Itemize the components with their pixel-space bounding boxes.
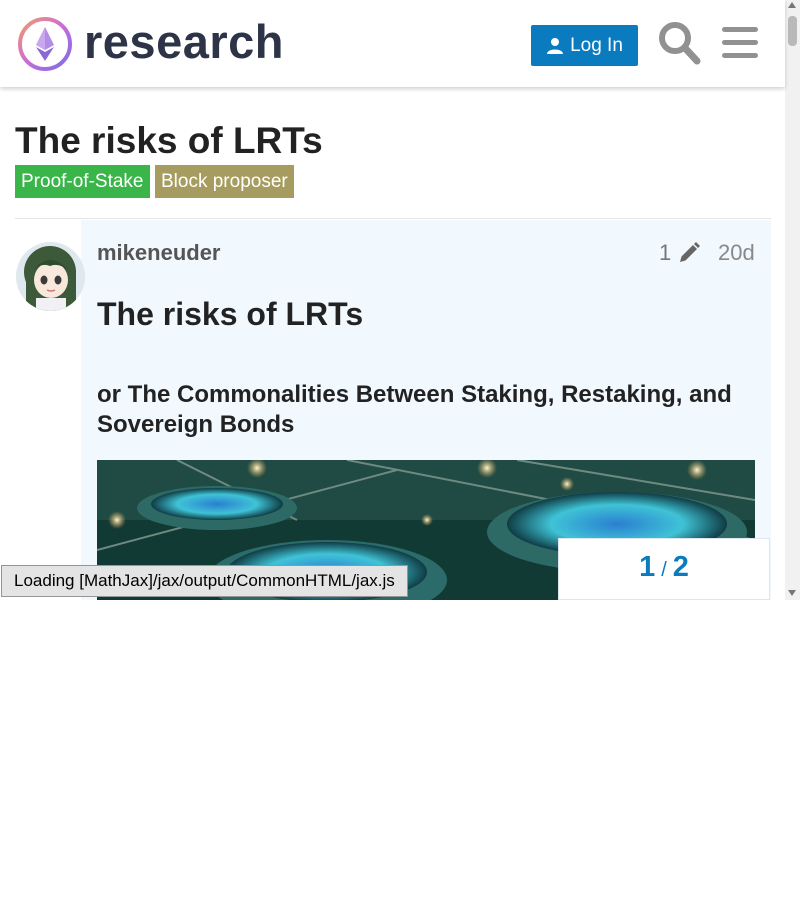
topic-progress[interactable]: 1 / 2	[558, 538, 770, 600]
scroll-down-arrow-icon[interactable]	[788, 590, 796, 596]
post-username[interactable]: mikeneuder	[97, 240, 221, 266]
ethereum-research-logo[interactable]	[16, 15, 74, 73]
hamburger-icon[interactable]	[720, 24, 760, 62]
tag-proof-of-stake[interactable]: Proof-of-Stake	[15, 165, 150, 198]
divider	[15, 218, 771, 219]
scroll-up-arrow-icon[interactable]	[788, 2, 796, 8]
page-scrollbar[interactable]	[785, 0, 800, 600]
topic-title[interactable]: The risks of LRTs	[15, 120, 323, 162]
mathjax-loading-message: Loading [MathJax]/jax/output/CommonHTML/…	[1, 565, 408, 597]
post-heading: The risks of LRTs	[97, 296, 364, 332]
progress-separator: /	[661, 559, 667, 581]
brand-name[interactable]: research	[84, 14, 284, 69]
login-button[interactable]: Log In	[531, 25, 638, 66]
anime-avatar[interactable]	[16, 242, 85, 311]
scrollbar-thumb[interactable]	[788, 16, 797, 46]
edit-count: 1	[659, 240, 672, 265]
tag-block-proposer[interactable]: Block proposer	[155, 165, 294, 198]
progress-current: 1	[639, 551, 656, 583]
login-label: Log In	[570, 34, 623, 56]
post-date[interactable]: 20d	[718, 240, 755, 266]
edit-history[interactable]: 1	[659, 240, 701, 266]
pencil-icon	[680, 242, 701, 262]
search-icon[interactable]	[657, 20, 701, 66]
post-subheading: or The Commonalities Between Staking, Re…	[97, 381, 732, 438]
user-icon	[547, 37, 564, 54]
site-header: research Log In	[0, 0, 785, 87]
page-viewport: research Log In The risks of LRTs Proof-…	[0, 0, 800, 600]
progress-total: 2	[672, 551, 689, 583]
